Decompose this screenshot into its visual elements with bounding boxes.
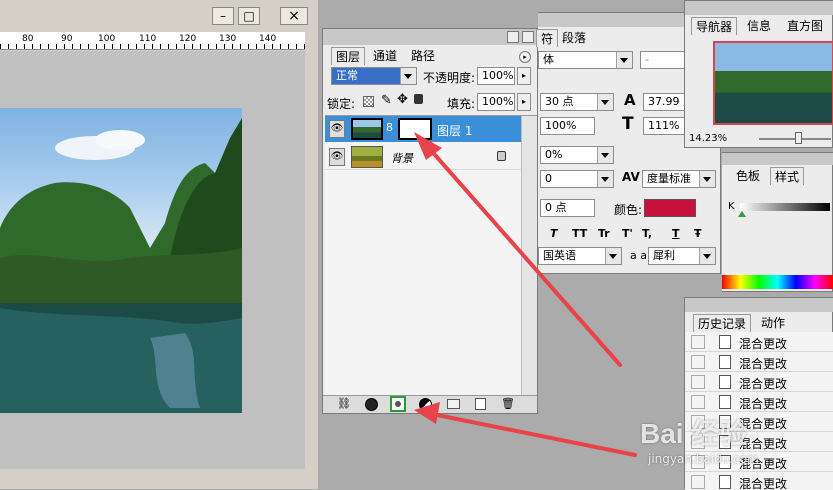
arrow-to-mask-button bbox=[414, 402, 637, 457]
arrow-to-layer-mask bbox=[414, 132, 622, 367]
annotation-arrows bbox=[414, 132, 637, 457]
